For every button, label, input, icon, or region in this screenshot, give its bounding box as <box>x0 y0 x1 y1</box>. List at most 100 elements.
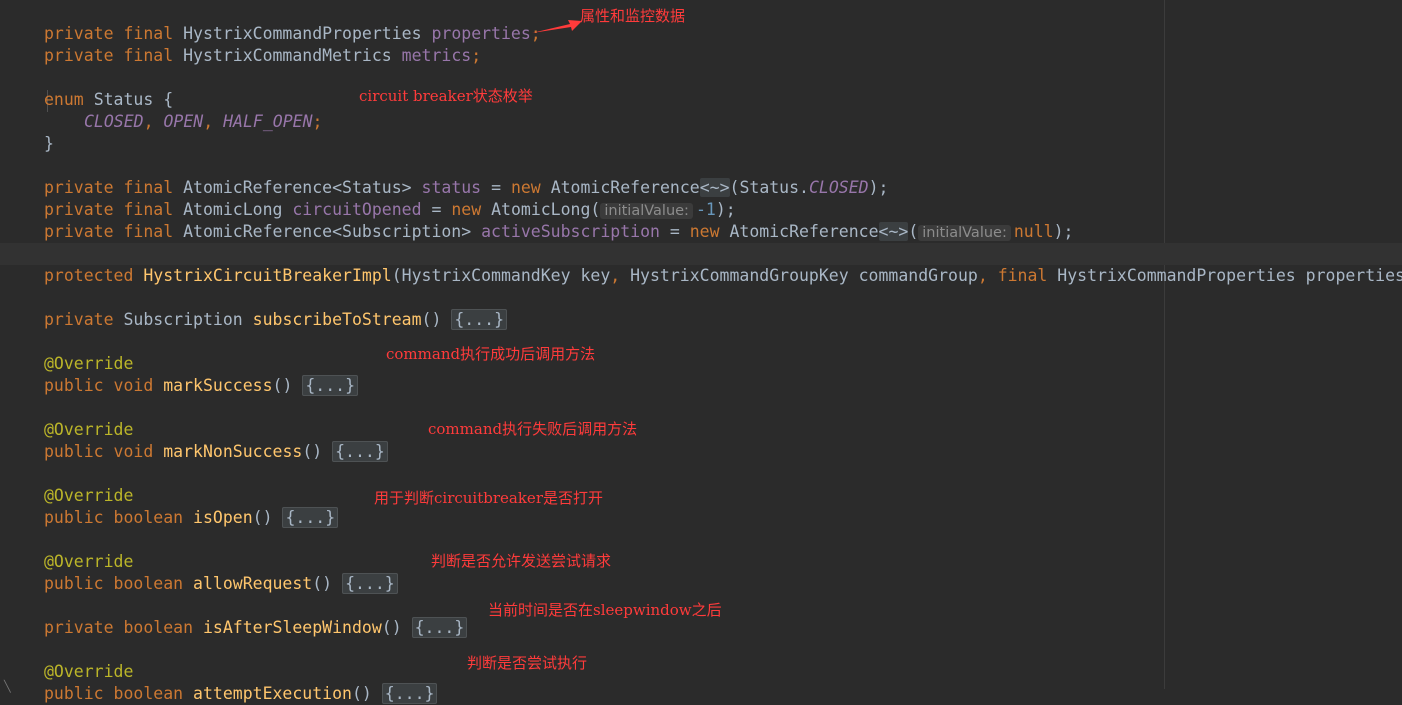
comma: , <box>203 112 224 131</box>
code-line-override[interactable]: @Override <box>44 639 133 681</box>
code-line-is-open[interactable]: public boolean isOpen() {...} <box>44 485 339 528</box>
note-attempt-execution: 判断是否尝试执行 <box>467 654 588 672</box>
field-name: metrics <box>401 46 472 65</box>
kw-private: private <box>44 618 114 637</box>
kw-protected: protected <box>44 266 134 285</box>
parens: () <box>351 684 372 703</box>
code-line-enum-values[interactable]: CLOSED, OPEN, HALF_OPEN; <box>84 89 322 131</box>
code-line-attempt-execution[interactable]: public boolean attemptExecution() {...} <box>44 661 438 704</box>
param: HystrixCommandGroupKey commandGroup <box>620 266 978 285</box>
kw-enum: enum <box>44 90 84 109</box>
semicolon: ; <box>312 112 323 131</box>
folded-body[interactable]: {...} <box>342 573 398 594</box>
code-line-enum-close[interactable]: } <box>44 111 54 153</box>
comma: , <box>610 266 621 285</box>
call-open: ( <box>908 222 919 241</box>
kw-public: public <box>44 684 104 703</box>
fold-marker-icon: ╲ <box>4 680 11 693</box>
kw-final: final <box>997 266 1048 285</box>
right-margin-guide <box>1164 0 1165 689</box>
kw-private: private <box>44 310 114 329</box>
note-is-after-sleep: 当前时间是否在sleepwindow之后 <box>488 601 722 619</box>
kw-boolean: boolean <box>123 618 194 637</box>
param-hint: initialValue: <box>918 225 1011 241</box>
note-allow-request: 判断是否允许发送尝试请求 <box>431 552 612 570</box>
folded-body[interactable]: {...} <box>451 309 508 330</box>
type-name: AtomicReference <box>729 222 879 241</box>
argument: (Status. <box>729 178 809 197</box>
kw-public: public <box>44 376 104 395</box>
folded-body[interactable]: {...} <box>332 441 388 462</box>
code-line-active-subscription[interactable]: private final AtomicReference<Subscripti… <box>44 199 1073 241</box>
parens: () <box>252 508 273 527</box>
code-line-is-after-sleep-window[interactable]: private boolean isAfterSleepWindow() {..… <box>44 595 468 638</box>
param: HystrixCommandProperties properties <box>1057 266 1402 285</box>
method-name: isAfterSleepWindow <box>202 618 382 637</box>
method-name: allowRequest <box>193 574 313 593</box>
kw-void: void <box>113 376 154 395</box>
folded-body[interactable]: {...} <box>282 507 339 528</box>
parens: () <box>302 442 323 461</box>
kw-boolean: boolean <box>113 684 184 703</box>
comma: , <box>143 112 164 131</box>
method-name: markNonSuccess <box>163 442 303 461</box>
code-line-allow-request[interactable]: public boolean allowRequest() {...} <box>44 551 398 594</box>
code-line-override[interactable]: @Override <box>44 529 133 571</box>
code-line-constructor[interactable]: protected HystrixCircuitBreakerImpl(Hyst… <box>44 243 1402 285</box>
note-properties-metrics: 属性和监控数据 <box>580 7 686 25</box>
kw-boolean: boolean <box>113 574 184 593</box>
annotation-arrow-icon <box>532 20 582 33</box>
kw-public: public <box>44 508 104 527</box>
note-mark-non-success: command执行失败后调用方法 <box>428 420 638 438</box>
call-close: ); <box>1053 222 1074 241</box>
code-line-metrics[interactable]: private final HystrixCommandMetrics metr… <box>44 23 481 65</box>
code-line-status[interactable]: private final AtomicReference<Status> st… <box>44 155 888 197</box>
kw-public: public <box>44 574 104 593</box>
folded-body[interactable]: {...} <box>381 683 438 704</box>
kw-void: void <box>113 442 154 461</box>
note-status-enum: circuit breaker状态枚举 <box>359 87 533 105</box>
parens: () <box>421 310 442 329</box>
semicolon: ; <box>471 46 482 65</box>
diamond-fold[interactable]: <~> <box>878 222 909 241</box>
kw-new: new <box>689 222 720 241</box>
folded-body[interactable]: {...} <box>411 617 468 638</box>
kw-public: public <box>44 442 104 461</box>
kw-private: private <box>44 46 114 65</box>
kw-null: null <box>1013 222 1054 241</box>
closing-brace: } <box>44 134 54 153</box>
assign: = <box>669 222 680 241</box>
comma: , <box>977 266 988 285</box>
return-type: Subscription <box>123 310 243 329</box>
method-name: subscribeToStream <box>252 310 422 329</box>
code-line-subscribe-to-stream[interactable]: private Subscription subscribeToStream()… <box>44 287 508 330</box>
parens: () <box>381 618 402 637</box>
type-name: HystrixCommandMetrics <box>183 46 392 65</box>
type-name: AtomicReference<Subscription> <box>183 222 472 241</box>
enum-const: HALF_OPEN <box>223 112 313 131</box>
code-line-override[interactable]: @Override <box>44 331 133 373</box>
field-name: activeSubscription <box>481 222 660 241</box>
call-close: ); <box>868 178 889 197</box>
kw-boolean: boolean <box>113 508 184 527</box>
kw-private: private <box>44 222 114 241</box>
note-mark-success: command执行成功后调用方法 <box>386 345 596 363</box>
method-name: markSuccess <box>163 376 273 395</box>
folded-body[interactable]: {...} <box>302 375 358 396</box>
code-line-override[interactable]: @Override <box>44 463 133 505</box>
parens: () <box>312 574 333 593</box>
code-line-mark-non-success[interactable]: public void markNonSuccess() {...} <box>44 419 388 462</box>
kw-final: final <box>123 222 174 241</box>
enum-const: OPEN <box>163 112 204 131</box>
code-line-circuit-opened[interactable]: private final AtomicLong circuitOpened =… <box>44 177 736 219</box>
method-name: attemptExecution <box>193 684 352 703</box>
code-line-properties[interactable]: private final HystrixCommandProperties p… <box>44 1 541 43</box>
code-line-enum[interactable]: enum Status { <box>44 67 173 109</box>
code-line-mark-success[interactable]: public void markSuccess() {...} <box>44 353 358 396</box>
enum-const: CLOSED <box>84 112 144 131</box>
note-is-open: 用于判断circuitbreaker是否打开 <box>374 489 603 507</box>
code-line-override[interactable]: @Override <box>44 397 133 439</box>
enum-const: CLOSED <box>809 178 869 197</box>
param: (HystrixCommandKey key <box>391 266 611 285</box>
kw-final: final <box>123 46 174 65</box>
